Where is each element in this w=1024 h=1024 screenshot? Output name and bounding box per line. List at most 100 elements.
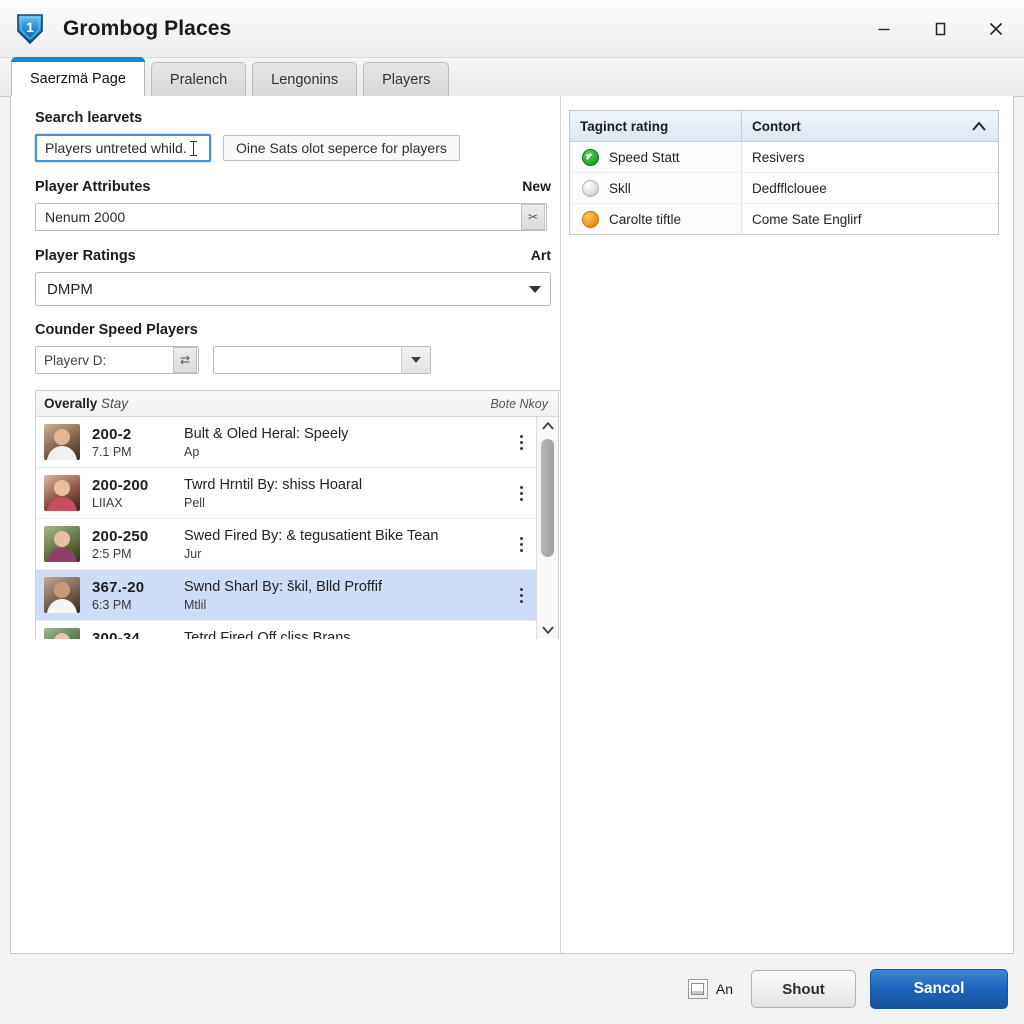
list-item[interactable]: 300-34 21Γ:1D Tetrd Fired Off cliss Bran…: [36, 621, 536, 639]
table-cell-rating: Speed Statt: [570, 142, 742, 172]
table-cell-rating-label: Speed Statt: [609, 149, 680, 165]
chevron-down-icon: [401, 347, 430, 373]
list-item-code: 200-200: [92, 476, 149, 494]
minimize-icon[interactable]: [856, 0, 912, 58]
scissors-icon[interactable]: ✂: [521, 204, 545, 230]
list-item-code-block: 200-250 2:5 PM: [92, 528, 184, 561]
player-ratings-value: DMPM: [47, 280, 93, 298]
list-item-code: 200-2: [92, 425, 132, 443]
player-attributes-input[interactable]: Nenum 2000 ✂: [35, 203, 547, 231]
list-scrollbar[interactable]: [536, 417, 558, 639]
player-attributes-group: Player Attributes New Nenum 2000 ✂: [35, 178, 551, 231]
list-item[interactable]: 200-2 7.1 PM Bult & Oled Heral: Speely A…: [36, 417, 536, 468]
counder-row: Playerv D: ⇄: [35, 346, 546, 374]
window-checkbox-icon[interactable]: [687, 979, 708, 999]
more-options-icon[interactable]: [510, 485, 532, 501]
more-options-icon[interactable]: [510, 638, 532, 639]
player-attributes-label: Player Attributes New: [35, 178, 551, 195]
list-item-subtitle: Pell: [184, 495, 205, 510]
counder-speed-players-group: Counder Speed Players Playerv D: ⇄: [35, 322, 546, 374]
table-row[interactable]: Carolte tiftle Come Sate Englirf: [570, 204, 998, 234]
column-header-contort[interactable]: Contort: [742, 111, 998, 141]
counder-speed-players-label: Counder Speed Players: [35, 322, 198, 338]
window-title: Grombog Places: [63, 16, 232, 40]
sancol-button[interactable]: Sancol: [870, 969, 1008, 1009]
right-panel: Taginct rating Contort Speed Statt Resiv…: [561, 96, 1013, 953]
rating-table-header: Taginct rating Contort: [570, 111, 998, 142]
title-bar: 1 Grombog Places: [0, 0, 1024, 58]
table-cell-contort: Come Sate Englirf: [752, 211, 862, 227]
list-item[interactable]: 200-250 2:5 PM Swed Fired By: & tegusati…: [36, 519, 536, 570]
application-window: 1 Grombog Places Saerzmä Page Pralench L…: [0, 0, 1024, 1024]
more-options-icon[interactable]: [510, 536, 532, 552]
scrollbar-thumb[interactable]: [541, 439, 554, 557]
tab-players[interactable]: Players: [363, 62, 450, 96]
tab-label: Lengonins: [271, 71, 339, 88]
players-list-header: Overally Stay Bote Nkoy: [36, 391, 558, 417]
list-item-subtitle: Ap: [184, 444, 200, 459]
tab-label: Pralench: [169, 71, 228, 88]
table-row[interactable]: Skll Dedfflclouee: [570, 173, 998, 204]
search-input[interactable]: Players untreted whild.: [35, 134, 211, 162]
rating-table: Taginct rating Contort Speed Statt Resiv…: [569, 110, 999, 235]
player-attributes-value: Nenum 2000: [45, 209, 126, 225]
refresh-icon[interactable]: ⇄: [173, 347, 197, 373]
players-list-scrollport: 200-2 7.1 PM Bult & Oled Heral: Speely A…: [36, 417, 536, 639]
table-row[interactable]: Speed Statt Resivers: [570, 142, 998, 173]
text-caret-icon: [189, 140, 197, 156]
scroll-up-icon[interactable]: [537, 417, 558, 435]
search-group: Search learvets Players untreted whild. …: [35, 110, 546, 162]
svg-text:1: 1: [26, 19, 34, 35]
column-header-taginct-rating[interactable]: Taginct rating: [570, 111, 742, 141]
chevron-up-icon: [972, 119, 986, 134]
counder-player-id-value: Playerv D:: [44, 352, 107, 368]
shout-button[interactable]: Shout: [751, 970, 856, 1008]
list-item-time: 7.1 PM: [92, 444, 132, 459]
counder-secondary-select[interactable]: [213, 346, 431, 374]
player-ratings-select[interactable]: DMPM: [35, 272, 551, 306]
list-item-subtitle: Mtlil: [184, 597, 207, 612]
table-cell-rating: Carolte tiftle: [570, 204, 742, 234]
search-label: Search learvets: [35, 110, 143, 126]
table-cell-contort: Dedfflclouee: [752, 180, 827, 196]
list-item-title: Bult & Oled Heral: Speely: [184, 425, 349, 442]
tab-strip: Saerzmä Page Pralench Lengonins Players: [0, 57, 1024, 97]
chevron-down-icon: [520, 285, 550, 294]
table-cell-rating: Skll: [570, 173, 742, 203]
table-cell-rating-label: Carolte tiftle: [609, 211, 682, 227]
tab-pralench[interactable]: Pralench: [150, 62, 247, 96]
list-item-time: LIIAX: [92, 495, 123, 510]
players-list-header-left: Overally Stay: [44, 396, 129, 411]
avatar: [44, 526, 80, 562]
shield-one-icon: 1: [17, 13, 43, 44]
list-item-code-block: 200-200 LIIAX: [92, 477, 184, 510]
counder-player-id-input[interactable]: Playerv D: ⇄: [35, 346, 199, 374]
player-attributes-aux-label[interactable]: New: [522, 178, 551, 194]
list-item-text-block: Tetrd Fired Off cliss Brans Da:: [184, 630, 510, 640]
list-item[interactable]: 367.-20 6:3 PM Swnd Sharl By: škil, Blld…: [36, 570, 536, 621]
search-scope-button[interactable]: Oine Sats olot seperce for players: [223, 135, 460, 161]
list-item[interactable]: 200-200 LIIAX Twrd Hrntil By: shiss Hoar…: [36, 468, 536, 519]
footer-checkbox[interactable]: An: [687, 979, 733, 999]
scrollbar-track[interactable]: [537, 435, 558, 621]
scroll-down-icon[interactable]: [537, 621, 558, 639]
status-empty-icon: [582, 179, 599, 197]
list-item-code-block: 367.-20 6:3 PM: [92, 579, 184, 612]
close-icon[interactable]: [968, 0, 1024, 58]
more-options-icon[interactable]: [510, 434, 532, 450]
list-item-subtitle: Jur: [184, 546, 202, 561]
players-list-header-right: Bote Nkoy: [490, 396, 548, 411]
list-item-code-block: 200-2 7.1 PM: [92, 426, 184, 459]
tab-saerzma-page[interactable]: Saerzmä Page: [11, 57, 145, 96]
tab-label: Players: [382, 71, 431, 88]
tab-lengonins[interactable]: Lengonins: [252, 62, 358, 96]
list-item-code: 300-34: [92, 629, 140, 640]
avatar: [44, 577, 80, 613]
player-ratings-aux-label[interactable]: Art: [531, 247, 551, 263]
list-item-code: 367.-20: [92, 578, 145, 596]
avatar: [44, 475, 80, 511]
status-green-check-icon: [582, 148, 599, 166]
more-options-icon[interactable]: [510, 587, 532, 603]
table-cell-rating-label: Skll: [609, 180, 631, 196]
maximize-icon[interactable]: [912, 0, 968, 58]
